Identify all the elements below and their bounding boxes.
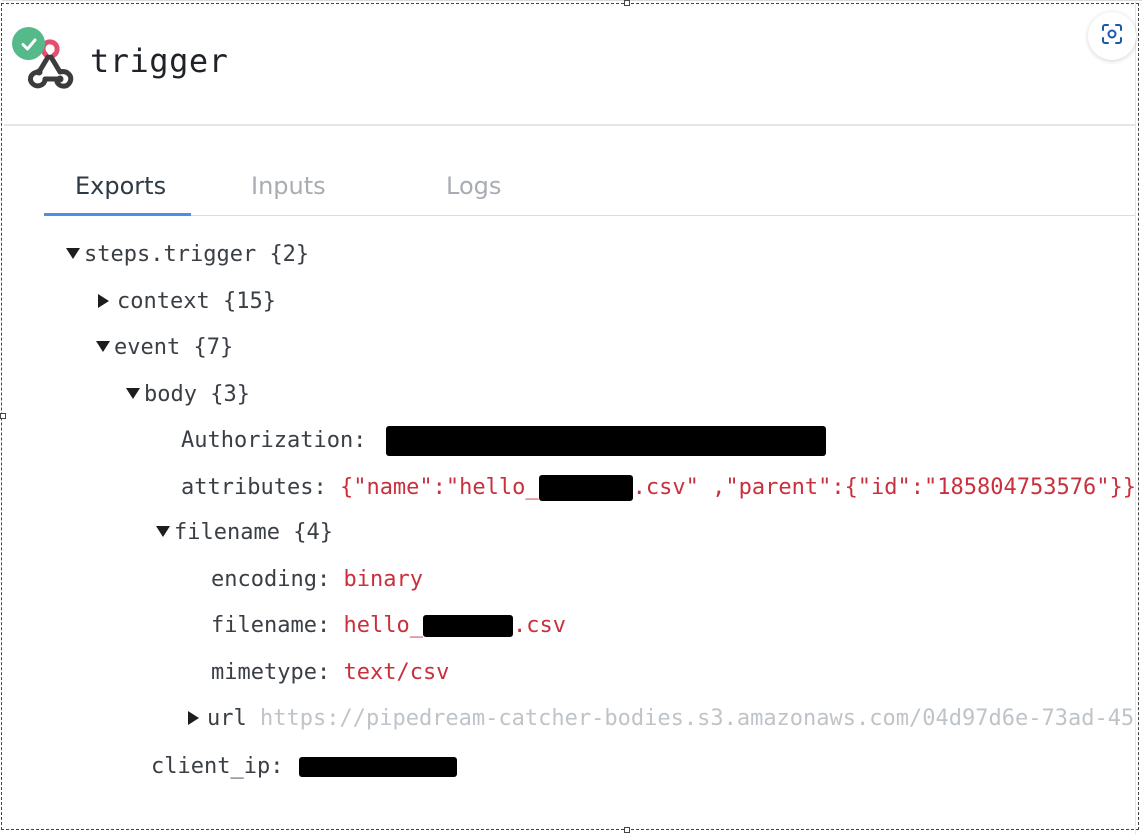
tree-node-steps-trigger[interactable]: steps.trigger {2}: [66, 241, 309, 269]
tab-logs[interactable]: Logs: [446, 172, 501, 200]
redaction-mark: [298, 757, 457, 777]
url-value-link[interactable]: https://pipedream-catcher-bodies.s3.amaz…: [260, 706, 1134, 731]
field-key: mimetype:: [211, 660, 331, 685]
expand-caret-icon[interactable]: [188, 710, 199, 725]
field-value-suffix: .csv: [512, 613, 566, 638]
tree-node-context[interactable]: context {15}: [96, 288, 276, 316]
collapse-caret-icon[interactable]: [96, 341, 110, 352]
node-count: {2}: [269, 242, 310, 267]
tree-field-attributes: attributes: {"name":"hello_ .csv" ,"paren…: [181, 474, 1136, 502]
tree-node-event[interactable]: event {7}: [96, 334, 233, 362]
node-count: {15}: [222, 289, 276, 314]
field-key: client_ip:: [151, 754, 284, 779]
tree-node-url[interactable]: url https://pipedream-catcher-bodies.s3.…: [186, 705, 1134, 733]
resize-handle-bottom[interactable]: [624, 827, 630, 833]
tree-field-client-ip: client_ip:: [151, 753, 457, 781]
webhook-icon: [12, 27, 80, 91]
node-count: {3}: [210, 382, 250, 407]
scan-icon: [1100, 22, 1124, 51]
panel-top-border: [2, 0, 1142, 1]
redaction-mark: [385, 426, 826, 456]
field-key: attributes:: [181, 475, 327, 500]
active-tab-indicator: [44, 213, 191, 216]
header-divider: [4, 124, 1136, 126]
field-value: text/csv: [343, 660, 450, 685]
resize-handle-left[interactable]: [0, 413, 6, 419]
tree-node-filename[interactable]: filename {4}: [156, 519, 333, 547]
tree-field-mimetype: mimetype: text/csv: [211, 659, 449, 687]
redaction-mark: [422, 615, 513, 637]
redaction-mark: [538, 475, 633, 501]
field-value-suffix: .csv" ,"parent":{"id":"185804753576"}}: [632, 475, 1136, 500]
status-check-icon: [12, 27, 45, 60]
collapse-caret-icon[interactable]: [126, 388, 140, 399]
node-key: filename: [174, 520, 280, 545]
node-count: {4}: [293, 520, 333, 545]
node-count: {7}: [193, 335, 234, 360]
collapse-caret-icon[interactable]: [66, 248, 80, 259]
field-key: encoding:: [211, 567, 331, 592]
node-key: url: [207, 706, 247, 731]
step-title: trigger: [90, 42, 229, 80]
tab-exports[interactable]: Exports: [75, 172, 166, 200]
field-value-prefix: hello_: [343, 613, 423, 638]
node-key: event: [114, 335, 181, 360]
node-key: context: [117, 289, 210, 314]
tab-inputs[interactable]: Inputs: [251, 172, 326, 200]
scan-button[interactable]: [1088, 12, 1136, 60]
node-key: steps.trigger: [84, 242, 257, 267]
tree-field-authorization: Authorization:: [181, 426, 826, 456]
tabs-divider: [44, 215, 1135, 216]
resize-handle-top[interactable]: [624, 0, 630, 6]
field-value: binary: [343, 567, 423, 592]
collapse-caret-icon[interactable]: [156, 526, 170, 537]
tree-field-encoding: encoding: binary: [211, 566, 423, 594]
tree-node-body[interactable]: body {3}: [126, 381, 250, 409]
field-key: Authorization:: [181, 428, 367, 453]
tree-field-filename: filename: hello_ .csv: [211, 612, 566, 640]
field-value-prefix: {"name":"hello_: [339, 475, 539, 500]
expand-caret-icon[interactable]: [98, 293, 109, 308]
node-key: body: [144, 382, 197, 407]
field-key: filename:: [211, 613, 331, 638]
